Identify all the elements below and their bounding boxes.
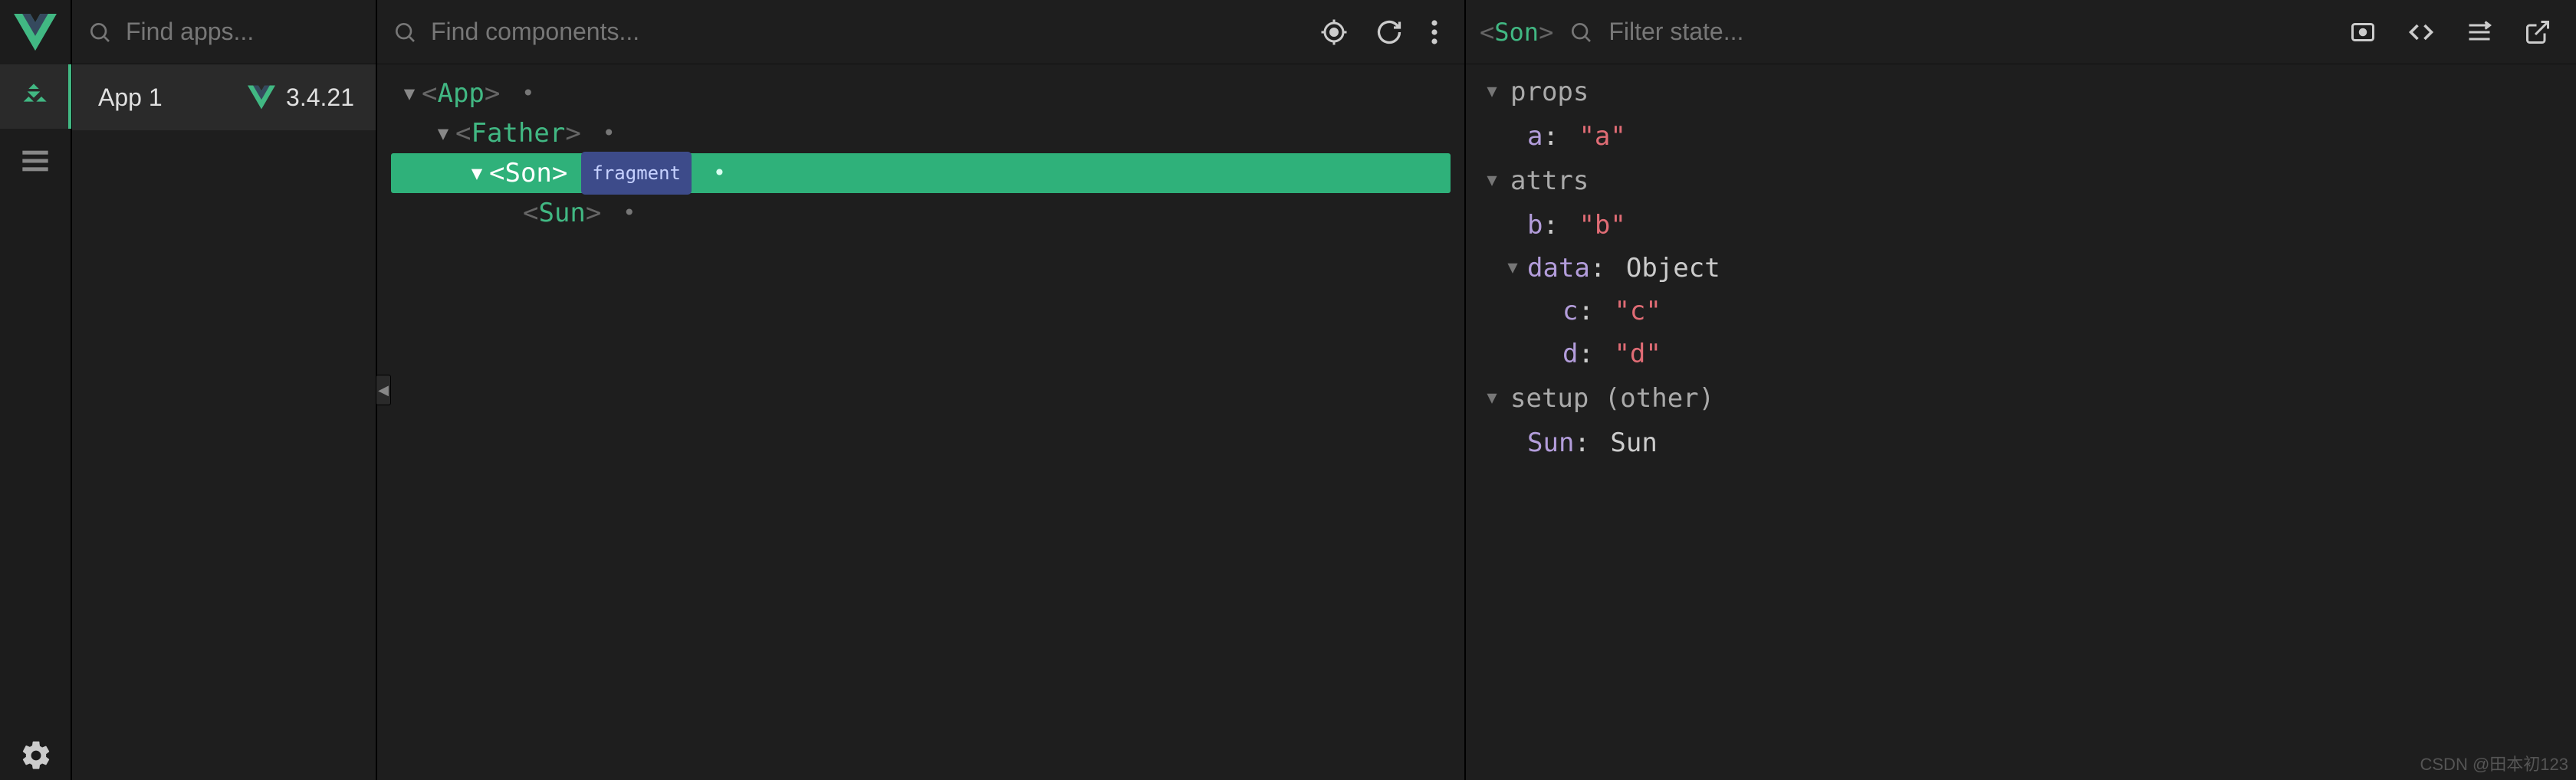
caret-down-icon[interactable]: ▼ (1474, 70, 1510, 113)
tree-node-son[interactable]: ▼ <Son> fragment • (391, 153, 1451, 193)
state-panel: <Son> (1466, 0, 2576, 780)
search-icon (1569, 20, 1593, 44)
state-entry[interactable]: d: "d" (1474, 333, 2568, 375)
caret-down-icon[interactable]: ▼ (1474, 159, 1510, 202)
section-props: ▼ props a: "a" (1474, 69, 2568, 158)
state-entry[interactable]: a: "a" (1474, 115, 2568, 158)
state-entry[interactable]: c: "c" (1474, 290, 2568, 333)
render-indicator-icon: • (603, 113, 616, 153)
tree-node-father[interactable]: ▼ <Father> • (391, 113, 1451, 153)
caret-down-icon[interactable]: ▼ (397, 74, 422, 113)
render-indicator-icon: • (713, 153, 726, 193)
section-header-setup[interactable]: ▼ setup (other) (1474, 375, 2568, 421)
panel-collapse-handle[interactable]: ◀ (376, 375, 391, 405)
search-icon (393, 20, 417, 44)
component-tree: ▼ <App> • ▼ <Father> • ▼ <Son> fragment … (377, 64, 1464, 233)
state-header: <Son> (1466, 0, 2576, 64)
apps-panel: App 1 3.4.21 (72, 0, 377, 780)
caret-down-icon[interactable]: ▼ (465, 153, 489, 193)
components-tab-icon[interactable] (0, 64, 71, 129)
select-in-page-button[interactable] (1320, 18, 1348, 46)
state-entry[interactable]: Sun: Sun (1474, 421, 2568, 464)
render-indicator-icon: • (521, 74, 534, 113)
watermark: CSDN @田本初123 (2420, 751, 2569, 775)
state-entry[interactable]: b: "b" (1474, 204, 2568, 247)
app-name-label: App 1 (72, 84, 248, 112)
components-search-input[interactable] (431, 18, 1306, 46)
more-menu-button[interactable] (1431, 18, 1438, 46)
inspect-dom-button[interactable] (2407, 18, 2435, 46)
refresh-button[interactable] (1375, 18, 1403, 46)
state-filter-input[interactable] (1608, 18, 2334, 46)
app-list-item[interactable]: App 1 3.4.21 (72, 64, 376, 130)
state-body: ▼ props a: "a" ▼ attrs b: "b" ▼ data: (1466, 64, 2576, 464)
section-header-attrs[interactable]: ▼ attrs (1474, 158, 2568, 204)
components-panel: ◀ ▼ <App> • (377, 0, 1466, 780)
state-entry-object[interactable]: ▼ data: Object (1474, 247, 2568, 290)
fragment-badge: fragment (581, 152, 692, 195)
caret-down-icon[interactable]: ▼ (1474, 377, 1510, 420)
show-render-code-button[interactable] (2466, 18, 2493, 46)
selected-component-name: <Son> (1480, 18, 1553, 47)
app-version: 3.4.21 (248, 84, 376, 112)
tree-node-app[interactable]: ▼ <App> • (391, 74, 1451, 113)
app-version-label: 3.4.21 (286, 84, 354, 112)
open-in-editor-button[interactable] (2524, 18, 2551, 46)
components-search-row (377, 0, 1464, 64)
search-icon (87, 20, 112, 44)
settings-button[interactable] (0, 739, 72, 772)
tree-node-sun[interactable]: <Sun> • (391, 193, 1451, 233)
devtools-sidebar (0, 0, 72, 780)
render-indicator-icon: • (623, 193, 636, 233)
caret-down-icon[interactable]: ▼ (431, 113, 455, 153)
vue-logo (0, 0, 71, 64)
apps-search-row (72, 0, 376, 64)
caret-down-icon[interactable]: ▼ (1498, 247, 1527, 290)
scroll-to-component-button[interactable] (2349, 18, 2377, 46)
section-attrs: ▼ attrs b: "b" ▼ data: Object c: "c" d: … (1474, 158, 2568, 375)
section-header-props[interactable]: ▼ props (1474, 69, 2568, 115)
timeline-tab-icon[interactable] (0, 129, 71, 193)
section-setup: ▼ setup (other) Sun: Sun (1474, 375, 2568, 464)
